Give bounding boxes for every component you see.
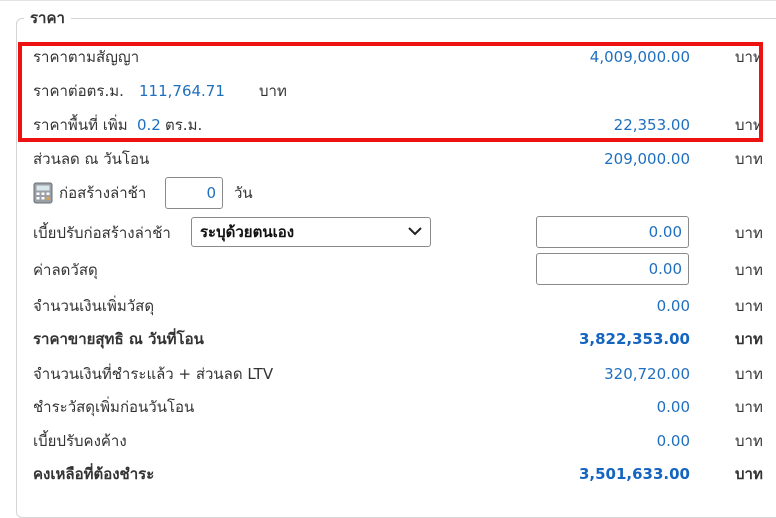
- construction-delay-label: ก่อสร้างล่าช้า: [59, 184, 147, 202]
- penalty-mode-select[interactable]: ระบุด้วยตนเอง: [191, 217, 431, 247]
- section-legend: ราคา: [24, 9, 71, 27]
- outstanding-penalty-unit: บาท: [735, 432, 763, 450]
- top-divider: [0, 0, 776, 1]
- row-extra-material-amount: จำนวนเงินเพิ่มวัสดุ 0.00 บาท: [33, 289, 776, 323]
- row-material-discount: ค่าลดวัสดุ บาท: [33, 253, 776, 287]
- extra-material-value: 0.00: [656, 297, 690, 315]
- row-transfer-discount: ส่วนลด ณ วันโอน 209,000.00 บาท: [33, 142, 776, 176]
- chevron-down-icon: [408, 227, 422, 236]
- row-net-sale-price: ราคาขายสุทธิ ณ วันที่โอน 3,822,353.00 บา…: [33, 322, 776, 356]
- delay-penalty-input[interactable]: [536, 216, 689, 248]
- net-sale-price-unit: บาท: [735, 330, 763, 348]
- row-delay-penalty: เบี้ยปรับก่อสร้างล่าช้า ระบุด้วยตนเอง บา…: [33, 216, 776, 250]
- outstanding-penalty-label: เบี้ยปรับคงค้าง: [33, 432, 127, 450]
- transfer-discount-unit: บาท: [735, 150, 763, 168]
- transfer-discount-label: ส่วนลด ณ วันโอน: [33, 150, 150, 168]
- remaining-due-value: 3,501,633.00: [578, 465, 690, 483]
- calculator-icon[interactable]: [33, 182, 53, 204]
- remaining-due-label: คงเหลือที่ต้องชำระ: [33, 465, 155, 483]
- delay-days-input[interactable]: [165, 177, 223, 209]
- row-paid-plus-ltv: จำนวนเงินที่ชำระแล้ว + ส่วนลด LTV 320,72…: [33, 357, 776, 391]
- material-discount-label: ค่าลดวัสดุ: [33, 261, 98, 279]
- delay-penalty-label: เบี้ยปรับก่อสร้างล่าช้า: [33, 224, 171, 242]
- row-material-before-transfer: ชำระวัสดุเพิ่มก่อนวันโอน 0.00 บาท: [33, 390, 776, 424]
- extra-material-label: จำนวนเงินเพิ่มวัสดุ: [33, 297, 155, 315]
- material-before-transfer-label: ชำระวัสดุเพิ่มก่อนวันโอน: [33, 398, 195, 416]
- delay-days-unit: วัน: [234, 184, 253, 202]
- outstanding-penalty-value: 0.00: [656, 432, 690, 450]
- row-remaining-due: คงเหลือที่ต้องชำระ 3,501,633.00 บาท: [33, 457, 776, 491]
- paid-ltv-label: จำนวนเงินที่ชำระแล้ว + ส่วนลด LTV: [33, 365, 274, 383]
- net-sale-price-value: 3,822,353.00: [578, 330, 690, 348]
- delay-penalty-unit: บาท: [735, 224, 763, 242]
- material-before-transfer-value: 0.00: [656, 398, 690, 416]
- row-construction-delay: ก่อสร้างล่าช้า วัน: [33, 176, 776, 210]
- penalty-mode-value: ระบุด้วยตนเอง: [200, 223, 295, 241]
- transfer-discount-value: 209,000.00: [604, 150, 690, 168]
- remaining-due-unit: บาท: [735, 465, 763, 483]
- paid-ltv-value: 320,720.00: [604, 365, 690, 383]
- paid-ltv-unit: บาท: [735, 365, 763, 383]
- net-sale-price-label: ราคาขายสุทธิ ณ วันที่โอน: [33, 330, 204, 348]
- material-before-transfer-unit: บาท: [735, 398, 763, 416]
- material-discount-input[interactable]: [536, 253, 689, 285]
- row-outstanding-penalty: เบี้ยปรับคงค้าง 0.00 บาท: [33, 424, 776, 458]
- extra-material-unit: บาท: [735, 297, 763, 315]
- material-discount-unit: บาท: [735, 261, 763, 279]
- highlight-box: [18, 42, 763, 142]
